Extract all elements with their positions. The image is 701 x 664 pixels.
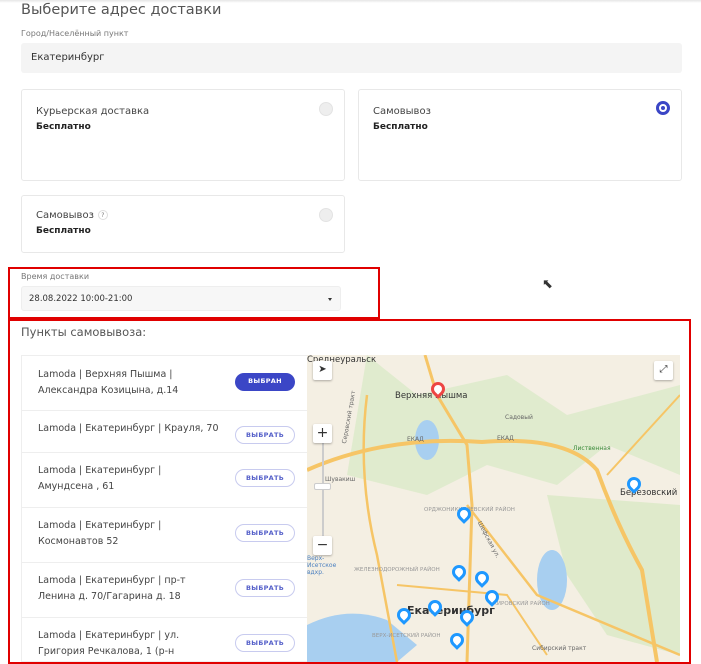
- option-pickup[interactable]: Самовывоз Бесплатно: [358, 89, 682, 181]
- city-input[interactable]: Екатеринбург: [21, 43, 682, 73]
- map-label-sadovy: Садовый: [505, 414, 533, 421]
- pickup-title: Пункты самовывоза:: [21, 325, 147, 339]
- option-courier[interactable]: Курьерская доставка Бесплатно: [21, 89, 345, 181]
- zoom-in-button[interactable]: +: [313, 424, 332, 443]
- pickup-item[interactable]: Lamoda | Екатеринбург | ул. Григория Реч…: [22, 618, 307, 661]
- option-price: Бесплатно: [373, 122, 428, 132]
- select-button[interactable]: ВЫБРАТЬ: [235, 524, 295, 542]
- pickup-item[interactable]: Lamoda | Екатеринбург | Амундсена , 61 ВЫ…: [22, 453, 307, 508]
- fullscreen-icon[interactable]: ⤢: [654, 361, 673, 380]
- pickup-item-text: Lamoda | Верхняя Пышма | Александра Кози…: [38, 369, 179, 396]
- zoom-out-button[interactable]: −: [313, 536, 332, 555]
- map-label-shuvakish: Шувакиш: [325, 476, 356, 483]
- option-radio[interactable]: [319, 208, 333, 222]
- pickup-item[interactable]: Lamoda | Екатеринбург | Крауля, 70 ВЫБРАТ…: [22, 411, 307, 453]
- option-price: Бесплатно: [36, 122, 91, 132]
- option-name: Самовывоз: [373, 106, 431, 117]
- city-label: Город/Населённый пункт: [21, 29, 129, 38]
- map-label-verkh-isetsky: ВЕРХ-ИСЕТСКИЙ РАЙОН: [372, 633, 441, 639]
- option-name: Курьерская доставка: [36, 106, 150, 117]
- page-title: Выберите адрес доставки: [21, 2, 222, 18]
- pickup-item[interactable]: Lamoda | Верхняя Пышма | Александра Кози…: [22, 356, 307, 411]
- pickup-item-text: Lamoda | Екатеринбург | Амундсена , 61: [38, 465, 162, 492]
- select-button[interactable]: ВЫБРАТЬ: [235, 579, 295, 597]
- pickup-item-text: Lamoda | Екатеринбург | пр-т Ленина д. 7…: [38, 575, 186, 602]
- select-button[interactable]: ВЫБРАТЬ: [235, 469, 295, 487]
- help-icon[interactable]: ?: [97, 210, 108, 220]
- pickup-item-text: Lamoda | Екатеринбург | ул. Григория Реч…: [38, 630, 180, 657]
- map-label-berezovsky: Березовский: [620, 488, 678, 498]
- map-label-reservoir: Верх-Исетское вдхр.: [307, 555, 337, 576]
- mouse-cursor-icon: ⬉: [542, 277, 553, 292]
- pickup-item-text: Lamoda | Екатеринбург | Космонавтов 52: [38, 520, 162, 547]
- delivery-time-value: 28.08.2022 10:00-21:00: [29, 294, 133, 304]
- option-price: Бесплатно: [36, 226, 91, 236]
- zoom-slider-handle[interactable]: [314, 483, 331, 490]
- geolocation-icon[interactable]: ➤: [313, 361, 332, 380]
- pickup-list[interactable]: Lamoda | Верхняя Пышма | Александра Кози…: [21, 355, 307, 662]
- pickup-item[interactable]: Lamoda | Екатеринбург | Космонавтов 52 ВЫ…: [22, 508, 307, 563]
- pickup-map[interactable]: Среднеуральск Верхняя Пышма Садовый ЕКАД…: [307, 355, 680, 662]
- map-label-ekaterinburg: Екатеринбург: [407, 604, 495, 617]
- pickup-item[interactable]: Lamoda | Екатеринбург | пр-т Ленина д. 7…: [22, 563, 307, 618]
- option-name: Самовывоз: [36, 210, 94, 221]
- map-label-kirovsky: КИРОВСКИЙ РАЙОН: [493, 601, 550, 607]
- option-radio[interactable]: [319, 102, 333, 116]
- map-label-listvennaya: Лиственная: [573, 445, 611, 452]
- option-radio-selected[interactable]: [656, 101, 670, 115]
- delivery-time-select[interactable]: 28.08.2022 10:00-21:00: [21, 286, 341, 311]
- map-label-sibirsky-trakt: Сибирский тракт: [532, 645, 587, 652]
- delivery-time-label: Время доставки: [21, 272, 90, 281]
- option-pickup-2[interactable]: Самовывоз? Бесплатно: [21, 195, 345, 253]
- zoom-slider-track[interactable]: [322, 440, 324, 540]
- map-label-zheleznodorozhny: ЖЕЛЕЗНОДОРОЖНЫЙ РАЙОН: [354, 567, 440, 573]
- caret-down-icon: [328, 298, 332, 301]
- option-name-wrap: Самовывоз?: [36, 210, 108, 221]
- select-button[interactable]: ВЫБРАТЬ: [235, 634, 295, 652]
- map-label-ekad: ЕКАД: [497, 435, 514, 442]
- selected-button[interactable]: ВЫБРАН: [235, 373, 295, 391]
- pickup-item-text: Lamoda | Екатеринбург | Крауля, 70: [38, 423, 219, 434]
- map-label-ekad: ЕКАД: [407, 436, 424, 443]
- select-button[interactable]: ВЫБРАТЬ: [235, 426, 295, 444]
